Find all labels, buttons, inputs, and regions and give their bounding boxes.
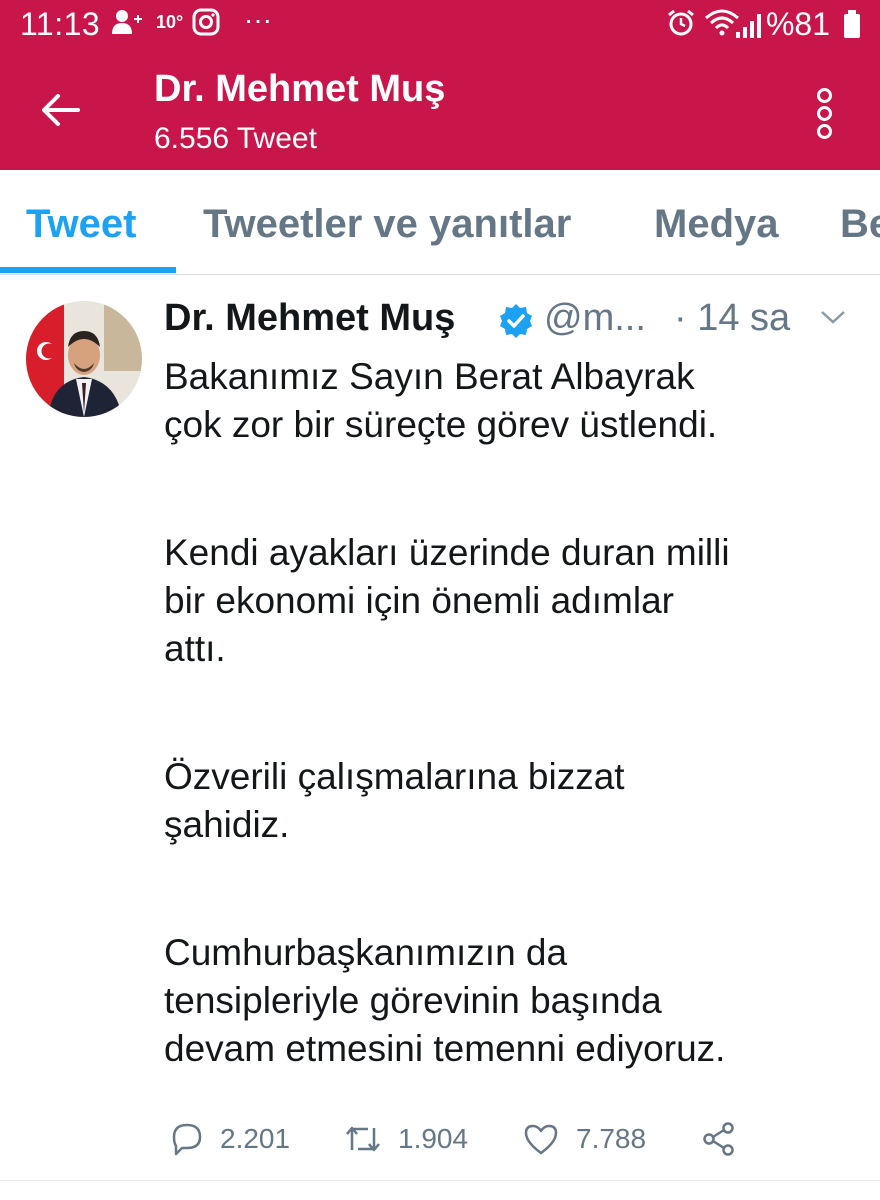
tweet-line: bir ekonomi için önemli adımlar <box>164 580 674 621</box>
tweet-actions: 2.201 1.904 7.788 <box>164 1120 864 1160</box>
verified-badge-icon <box>498 303 534 339</box>
like-button[interactable]: 7.788 <box>522 1120 662 1160</box>
more-notifications-icon: ··· <box>244 4 272 35</box>
chevron-down-icon[interactable] <box>818 307 848 327</box>
tweet-paragraph: Kendi ayakları üzerinde duran milli bir … <box>164 529 864 673</box>
like-count: 7.788 <box>576 1123 647 1154</box>
active-tab-indicator <box>0 267 176 273</box>
instagram-icon <box>192 8 220 43</box>
reply-icon <box>172 1123 202 1156</box>
retweet-count: 1.904 <box>398 1123 469 1154</box>
avatar[interactable] <box>26 301 142 417</box>
tweet-paragraph: Cumhurbaşkanımızın da tensipleriyle göre… <box>164 929 864 1073</box>
battery-percent: %81 <box>765 6 830 42</box>
heart-icon <box>524 1124 558 1155</box>
tab-tweet[interactable]: Tweet <box>26 202 136 247</box>
back-arrow-icon[interactable] <box>38 88 82 132</box>
profile-tabs: Tweet Tweetler ve yanıtlar Medya Be <box>0 170 880 275</box>
share-button[interactable] <box>700 1120 740 1160</box>
tweet-time: · 14 sa <box>674 297 791 339</box>
tweet-paragraph: Bakanımız Sayın Berat Albayrak çok zor b… <box>164 353 864 449</box>
divider <box>0 1180 880 1181</box>
status-time: 11:13 <box>20 6 101 42</box>
signal-icon <box>734 14 762 38</box>
page-title: Dr. Mehmet Muş <box>154 68 446 110</box>
alarm-icon <box>666 8 696 45</box>
share-icon <box>703 1122 734 1156</box>
status-bar: 11:13 10° ··· %81 <box>0 0 880 52</box>
tweet-line: Bakanımız Sayın Berat Albayrak <box>164 356 695 397</box>
tweet-line: tensipleriyle görevinin başında <box>164 980 662 1021</box>
tweet-line: şahidiz. <box>164 804 290 845</box>
reply-count: 2.201 <box>220 1123 291 1154</box>
tweet-line: Cumhurbaşkanımızın da <box>164 932 568 973</box>
retweet-button[interactable]: 1.904 <box>342 1120 482 1160</box>
tweet-line: devam etmesini temenni ediyoruz. <box>164 1028 726 1069</box>
author-name[interactable]: Dr. Mehmet Muş <box>164 297 455 340</box>
app-header: 11:13 10° ··· %81 Dr. Mehmet Muş 6.556 T… <box>0 0 880 170</box>
battery-icon <box>844 10 860 38</box>
tab-likes[interactable]: Be <box>840 202 880 247</box>
weather-temp: 10° <box>156 12 184 32</box>
retweet-icon <box>346 1126 380 1152</box>
contact-add-icon <box>110 8 144 43</box>
tab-tweets-replies[interactable]: Tweetler ve yanıtlar <box>203 202 571 247</box>
tweet-line: attı. <box>164 628 226 669</box>
tweet-line: Özverili çalışmalarına bizzat <box>164 756 625 797</box>
tweet-count: 6.556 Tweet <box>154 122 317 155</box>
tweet[interactable]: Dr. Mehmet Muş @m... · 14 sa Bakanımız S… <box>0 275 880 1185</box>
author-handle[interactable]: @m... <box>544 297 646 340</box>
tweet-text: Bakanımız Sayın Berat Albayrak çok zor b… <box>164 353 864 1073</box>
tweet-line: Kendi ayakları üzerinde duran milli <box>164 532 730 573</box>
tweet-paragraph: Özverili çalışmalarına bizzat şahidiz. <box>164 753 864 849</box>
tweet-header: Dr. Mehmet Muş @m... · 14 sa <box>164 297 874 347</box>
tab-media[interactable]: Medya <box>654 202 779 247</box>
tweet-line: çok zor bir süreçte görev üstlendi. <box>164 404 718 445</box>
reply-button[interactable]: 2.201 <box>168 1120 298 1160</box>
more-options-icon[interactable] <box>816 88 832 139</box>
